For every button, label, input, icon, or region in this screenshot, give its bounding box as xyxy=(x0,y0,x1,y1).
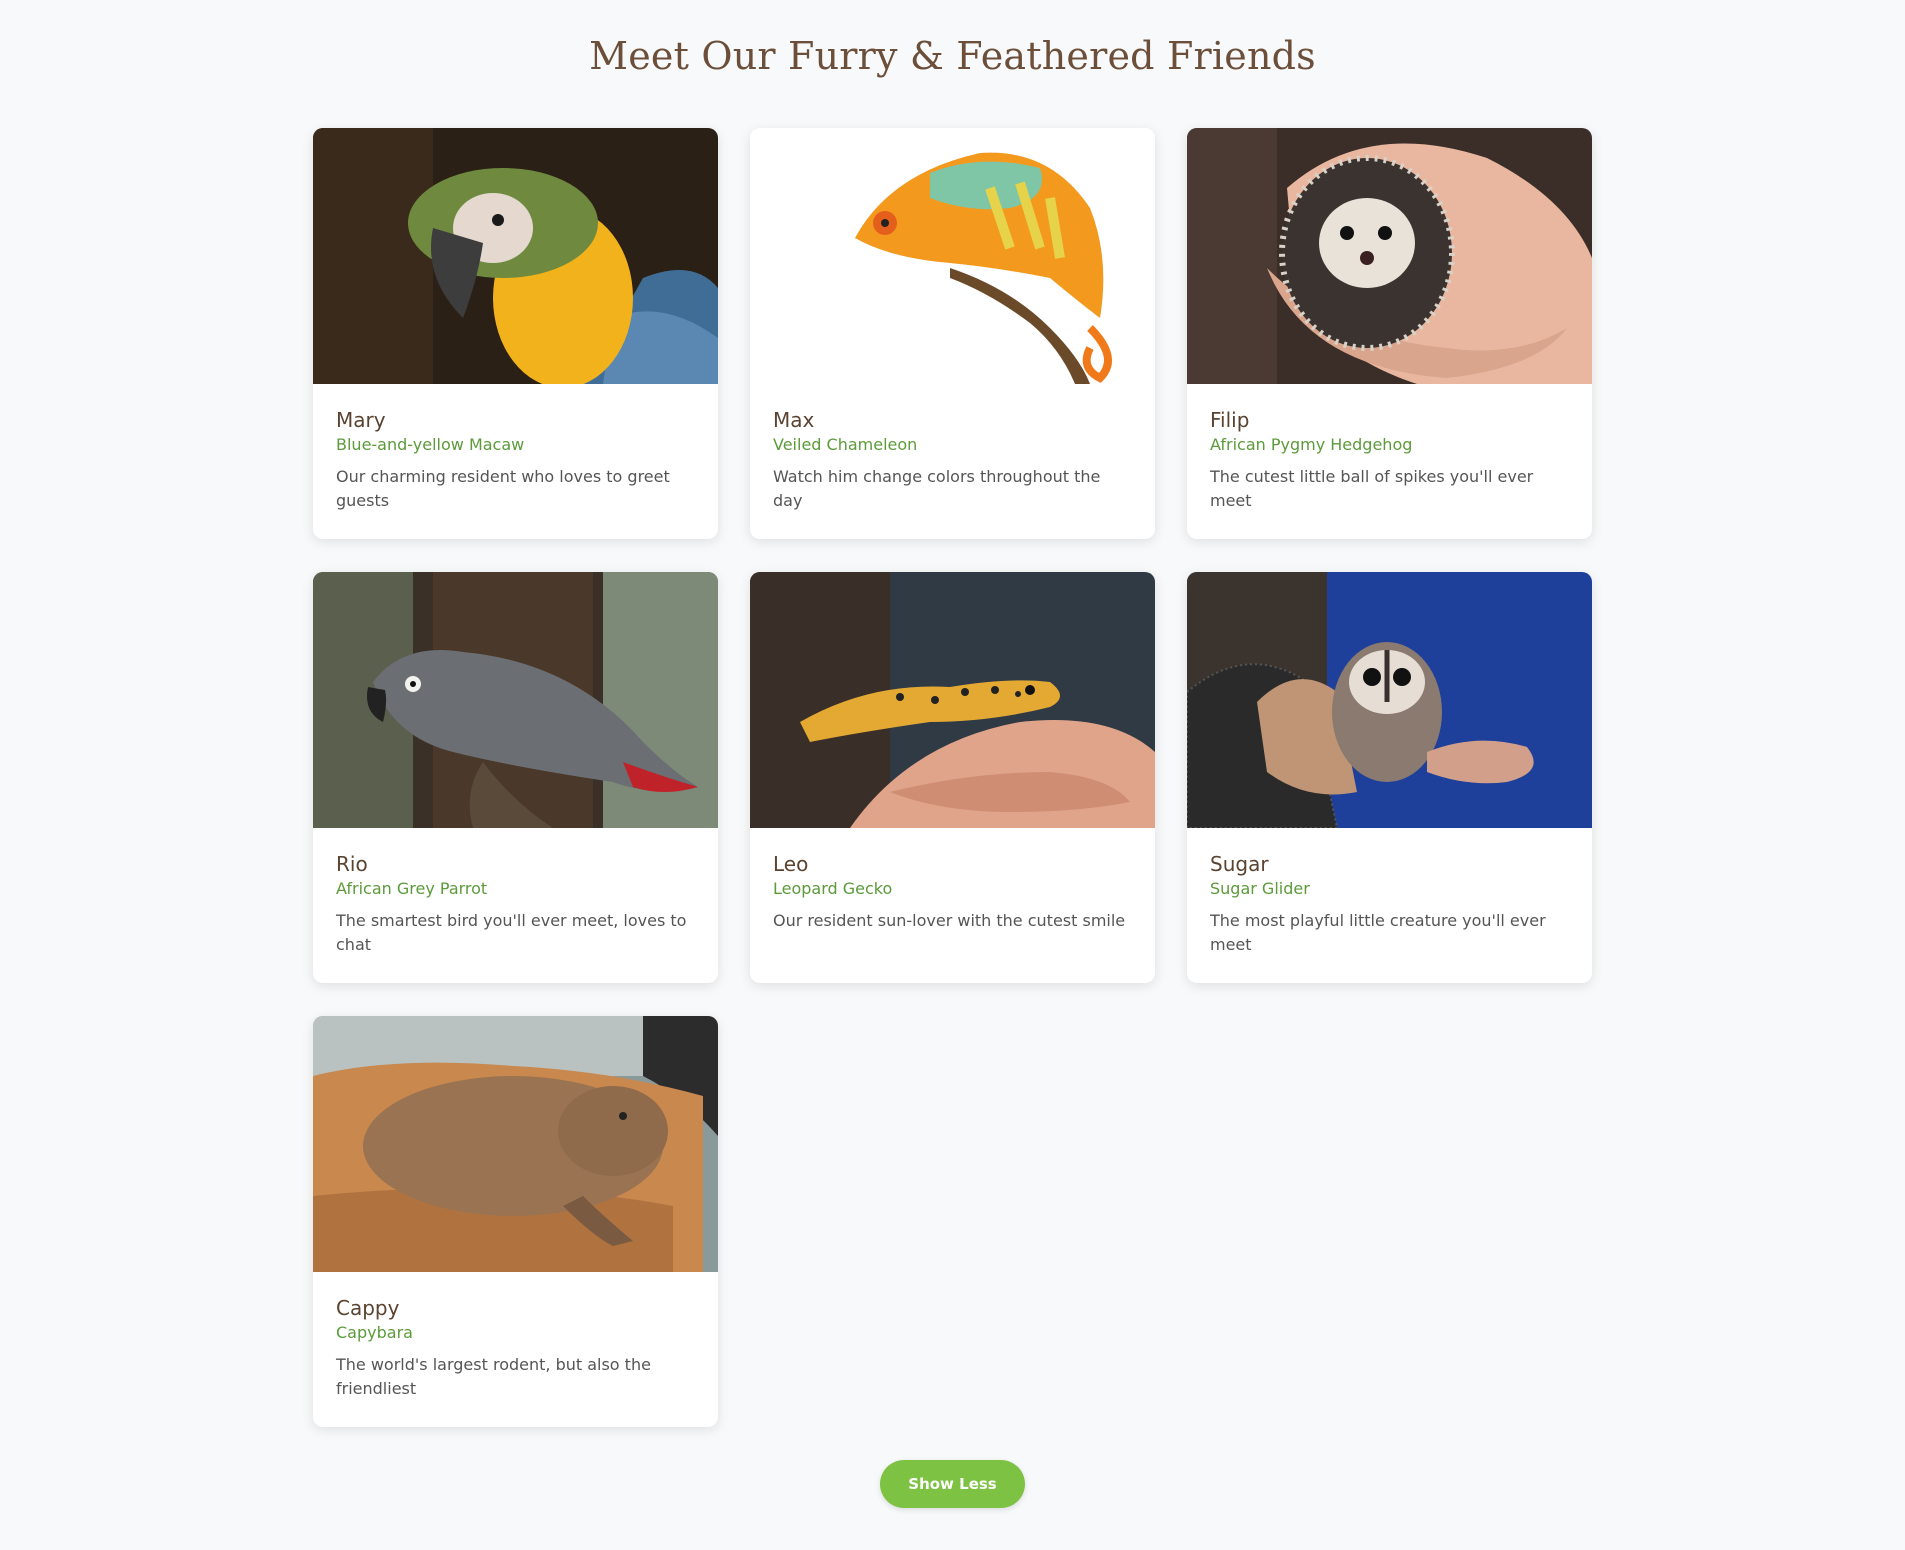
animal-species: Veiled Chameleon xyxy=(773,435,918,454)
animal-species: African Pygmy Hedgehog xyxy=(1210,435,1413,454)
animal-description: The most playful little creature you'll … xyxy=(1210,911,1546,954)
macaw-photo xyxy=(313,128,718,384)
chameleon-photo xyxy=(750,128,1155,384)
animal-card-leo: Leo Leopard Gecko Our resident sun-lover… xyxy=(750,572,1155,983)
animal-description: The smartest bird you'll ever meet, love… xyxy=(336,911,687,954)
animal-species: Blue-and-yellow Macaw xyxy=(336,435,525,454)
animal-name: Mary xyxy=(336,408,386,432)
grey-parrot-photo xyxy=(313,572,718,828)
animal-card-rio: Rio African Grey Parrot The smartest bir… xyxy=(313,572,718,983)
animal-card-sugar: Sugar Sugar Glider The most playful litt… xyxy=(1187,572,1592,983)
animal-name: Filip xyxy=(1210,408,1250,432)
animal-name: Rio xyxy=(336,852,368,876)
animal-name: Sugar xyxy=(1210,852,1269,876)
animal-description: Our resident sun-lover with the cutest s… xyxy=(773,911,1126,930)
animal-card-filip: Filip African Pygmy Hedgehog The cutest … xyxy=(1187,128,1592,539)
page-title: Meet Our Furry & Feathered Friends xyxy=(589,34,1316,78)
animal-card-cappy: Cappy Capybara The world's largest roden… xyxy=(313,1016,718,1427)
gecko-photo xyxy=(750,572,1155,828)
animal-card-max: Max Veiled Chameleon Watch him change co… xyxy=(750,128,1155,539)
animal-species: Sugar Glider xyxy=(1210,879,1310,898)
animal-species: African Grey Parrot xyxy=(336,879,488,898)
animal-description: Our charming resident who loves to greet… xyxy=(336,467,670,510)
animal-species: Leopard Gecko xyxy=(773,879,893,898)
hedgehog-photo xyxy=(1187,128,1592,384)
animal-species: Capybara xyxy=(336,1323,413,1342)
animal-name: Max xyxy=(773,408,815,432)
show-less-button[interactable]: Show Less xyxy=(880,1460,1025,1508)
animal-description: The world's largest rodent, but also the… xyxy=(336,1355,651,1398)
animal-description: Watch him change colors throughout the d… xyxy=(773,467,1101,510)
animal-description: The cutest little ball of spikes you'll … xyxy=(1210,467,1534,510)
sugar-glider-photo xyxy=(1187,572,1592,828)
capybara-photo xyxy=(313,1016,718,1272)
animal-name: Leo xyxy=(773,852,809,876)
animal-card-mary: Mary Blue-and-yellow Macaw Our charming … xyxy=(313,128,718,539)
animal-name: Cappy xyxy=(336,1296,400,1320)
